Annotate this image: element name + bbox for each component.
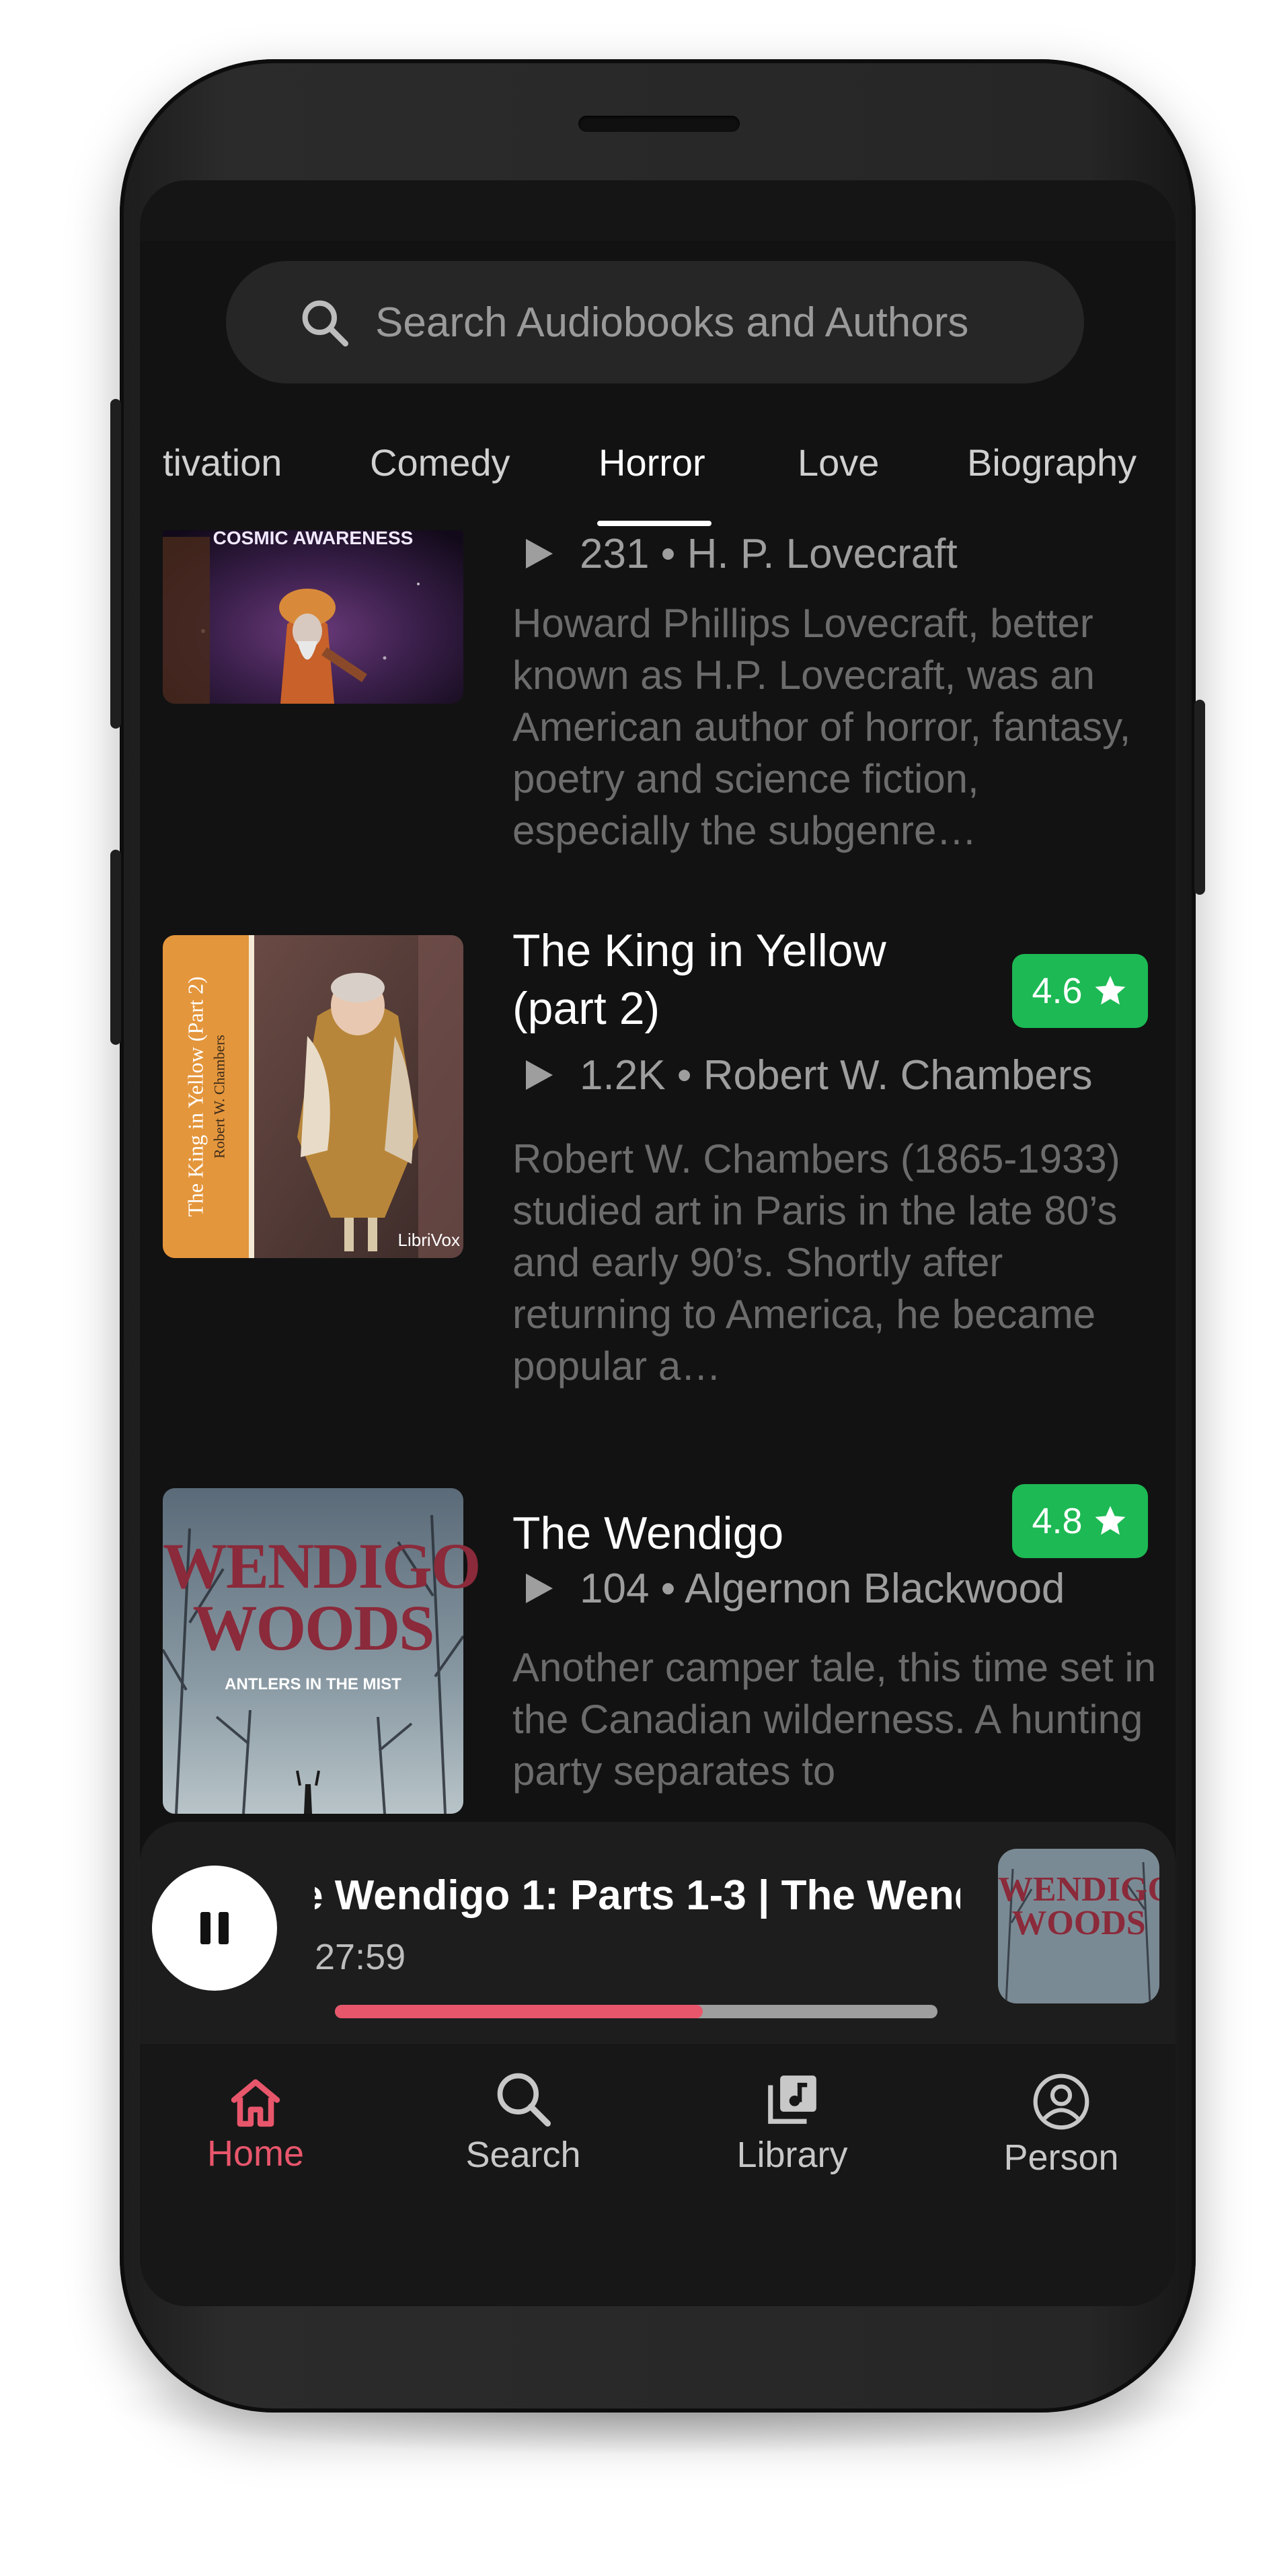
home-icon: [231, 2079, 280, 2127]
nav-home[interactable]: Home: [155, 2076, 356, 2174]
now-playing-title: e Wendigo 1: Parts 1-3 | The Wendigo: [315, 1869, 960, 1923]
mini-player[interactable]: e Wendigo 1: Parts 1-3 | The Wendigo 27:…: [140, 1822, 1176, 2044]
rating-value: 4.8: [1032, 1501, 1083, 1541]
playback-progress-bar[interactable]: [335, 2005, 937, 2018]
book-title[interactable]: The King in Yellow (part 2): [512, 922, 929, 1037]
star-icon: [1095, 1506, 1126, 1535]
book-meta: 231 • H. P. Lovecraft: [526, 530, 958, 584]
book-meta-text: 231 • H. P. Lovecraft: [580, 530, 958, 577]
search-icon: [497, 2073, 551, 2127]
tab-horror[interactable]: Horror: [599, 429, 705, 496]
book-description: Robert W. Chambers (1865-1933) studied a…: [512, 1136, 1120, 1389]
active-tab-indicator: [597, 521, 712, 526]
play-count-icon: [526, 1574, 553, 1603]
play-count-icon: [526, 539, 553, 568]
tab-motivation[interactable]: tivation: [163, 429, 282, 496]
nav-library[interactable]: Library: [691, 2069, 893, 2176]
book-meta-text: 104 • Algernon Blackwood: [580, 1565, 1065, 1612]
nav-person[interactable]: Person: [960, 2071, 1162, 2178]
earpiece-speaker: [578, 116, 740, 132]
book-cover-subtitle: ANTLERS IN THE MIST: [225, 1675, 401, 1693]
play-count-icon: [526, 1060, 553, 1090]
rating-value: 4.6: [1032, 971, 1083, 1011]
person-icon: [1033, 2073, 1089, 2130]
book-description: Howard Phillips Lovecraft, better known …: [512, 601, 1131, 853]
tab-biography[interactable]: Biography: [967, 429, 1137, 496]
status-bar: [140, 180, 1176, 241]
book-meta: 104 • Algernon Blackwood: [526, 1558, 1065, 1619]
book-meta: 1.2K • Robert W. Chambers: [526, 1045, 1093, 1105]
nav-search[interactable]: Search: [422, 2068, 624, 2176]
book-cover-author: Robert W. Chambers: [210, 1035, 228, 1158]
pause-button[interactable]: [152, 1866, 277, 1991]
nav-library-label: Library: [736, 2135, 848, 2175]
book-cover-brand: LibriVox: [397, 1230, 461, 1250]
volume-down-button: [110, 850, 121, 1045]
book-list[interactable]: COSMIC AWARENESS 231 • H. P. Lovecraft H…: [140, 530, 1176, 2010]
book-description: Another camper tale, this time set in th…: [512, 1645, 1157, 1794]
rating-badge: 4.6: [1012, 954, 1148, 1028]
search-placeholder: Search Audiobooks and Authors: [375, 299, 969, 346]
now-playing-title-text: e Wendigo 1: Parts 1-3 | The Wendigo: [315, 1872, 960, 1919]
nav-search-label: Search: [465, 2135, 581, 2175]
book-cover-text: WENDIGO WOODS: [163, 1530, 481, 1664]
nav-home-label: Home: [206, 2133, 305, 2174]
book-cover: [163, 530, 463, 704]
playback-progress-fill: [335, 2005, 703, 2018]
book-cover-text: The King in Yellow (Part 2): [183, 976, 208, 1217]
search-bar[interactable]: Search Audiobooks and Authors: [226, 261, 1084, 383]
now-playing-cover-text: WENDIGO WOODS: [998, 1870, 1159, 1942]
book-meta-text: 1.2K • Robert W. Chambers: [580, 1052, 1093, 1099]
star-icon: [1095, 976, 1126, 1005]
app-screen: Search Audiobooks and Authors tivation C…: [140, 180, 1176, 2306]
pause-icon: [200, 1912, 229, 1944]
search-icon: [302, 300, 348, 346]
book-spine: The King in Yellow (Part 2) Robert W. Ch…: [163, 935, 249, 1258]
book-cover-text: COSMIC AWARENESS: [213, 530, 414, 548]
now-playing-cover[interactable]: WENDIGO WOODS: [998, 1849, 1159, 2003]
power-button: [1194, 700, 1205, 895]
nav-person-label: Person: [1003, 2137, 1119, 2178]
bottom-navigation: Home Search Library Person: [140, 2044, 1176, 2306]
tab-love[interactable]: Love: [798, 429, 879, 496]
volume-up-button: [110, 399, 121, 729]
category-tabs: tivation Comedy Horror Love Biography: [140, 429, 1176, 530]
tab-comedy[interactable]: Comedy: [370, 429, 510, 496]
book-title[interactable]: The Wendigo: [512, 1504, 929, 1562]
library-icon: [768, 2075, 816, 2124]
rating-badge: 4.8: [1012, 1484, 1148, 1558]
now-playing-time: 27:59: [315, 1937, 406, 1977]
